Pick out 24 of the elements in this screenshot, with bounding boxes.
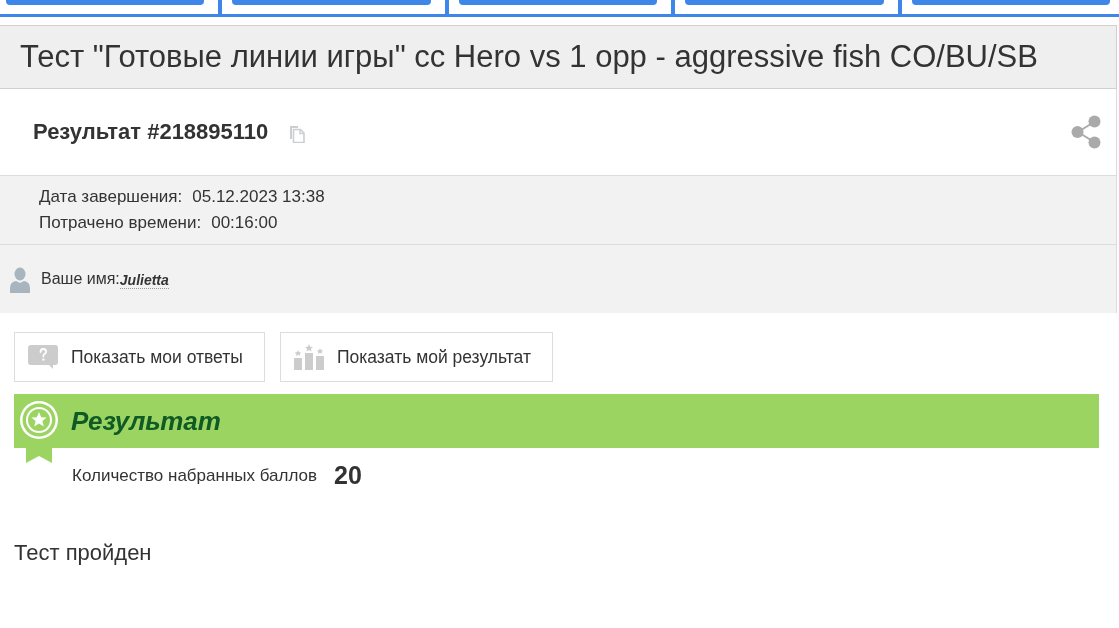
copy-icon[interactable] [289,124,306,143]
detail-value: 05.12.2023 13:38 [192,186,325,208]
test-title: Тест "Готовые линии игры" сс Hero vs 1 opp - aggressive fish CO/BU/SB [20,39,1038,75]
question-bubble-icon [28,345,58,369]
score-heading: Результат [71,405,221,437]
nav-button[interactable] [6,0,205,5]
user-icon [10,267,30,293]
share-icon[interactable] [1071,115,1101,149]
detail-value: 00:16:00 [211,212,278,234]
nav-button[interactable] [458,0,658,5]
nav-button[interactable] [911,0,1111,5]
nav-button[interactable] [232,0,431,5]
score-value: 20 [334,461,362,490]
user-name: Julietta [119,271,169,289]
user-name-label: Ваше имя: [41,270,120,288]
show-result-button[interactable]: Показать мой результат [279,332,553,382]
score-label: Количество набранных баллов [72,465,318,486]
podium-icon [293,344,324,370]
test-status: Тест пройден [14,540,152,566]
result-title: Результат #218895110 [33,119,269,145]
detail-label: Потрачено времени: [39,212,202,234]
nav-button[interactable] [685,0,884,5]
detail-label: Дата завершения: [39,186,183,208]
show-answers-button[interactable]: Показать мои ответы [14,332,265,382]
